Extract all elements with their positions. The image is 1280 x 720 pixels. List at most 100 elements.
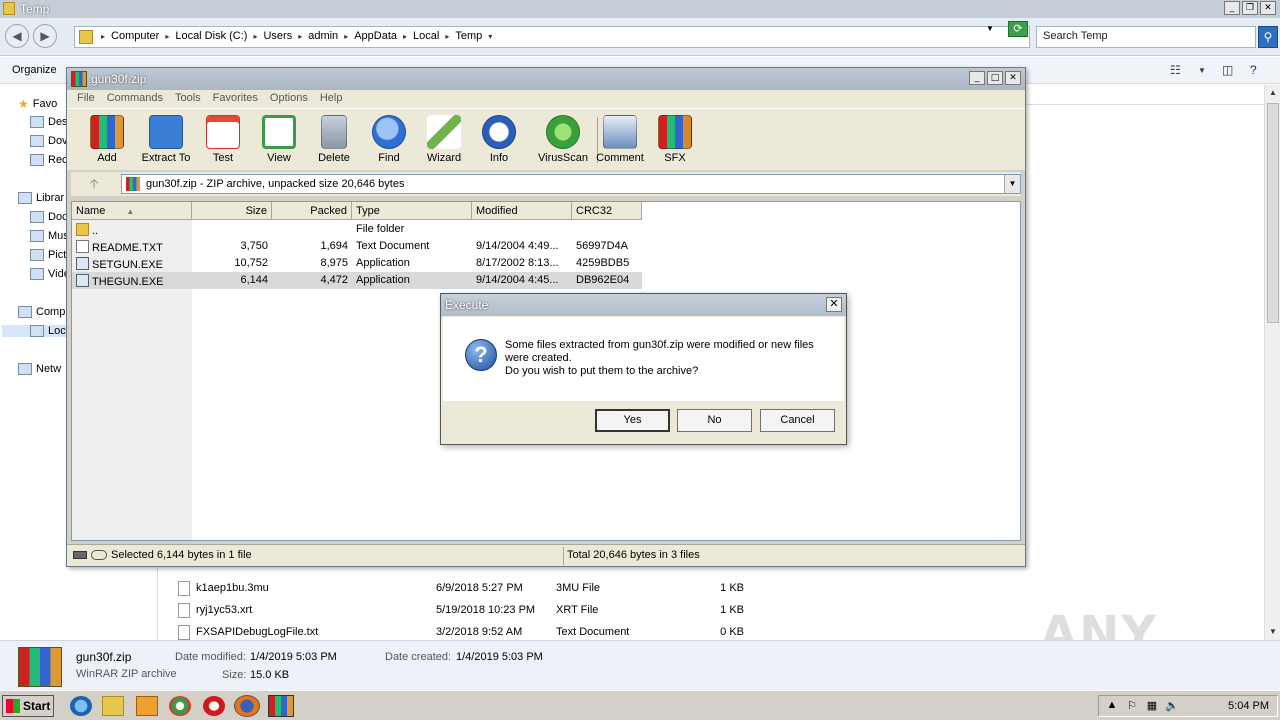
search-input[interactable]: Search Temp [1036, 26, 1256, 48]
organize-button[interactable]: Organize [12, 64, 57, 76]
virusscan-button[interactable]: VirusScan [535, 113, 591, 169]
forward-button[interactable]: ▶ [33, 24, 57, 48]
list-item[interactable]: FXSAPIDebugLogFile.txt 3/2/2018 9:52 AM … [178, 622, 744, 642]
path-field[interactable]: gun30f.zip - ZIP archive, unpacked size … [121, 174, 1021, 194]
breadcrumb-local[interactable]: Local [409, 30, 443, 42]
text-file-icon [76, 240, 89, 253]
extract-to-button[interactable]: Extract To [138, 113, 194, 169]
add-button[interactable]: Add [79, 113, 135, 169]
nav-libraries[interactable]: Librar [18, 192, 64, 204]
scroll-up-icon[interactable]: ▲ [1267, 87, 1279, 99]
status-divider [563, 547, 564, 565]
view-options-icon[interactable]: ☷ [1170, 63, 1181, 77]
wizard-icon [427, 115, 461, 149]
breadcrumb-admin[interactable]: admin [304, 30, 342, 42]
sfx-button[interactable]: SFX [647, 113, 703, 169]
list-item[interactable]: k1aep1bu.3mu 6/9/2018 5:27 PM 3MU File 1… [178, 578, 744, 598]
list-item[interactable]: ryj1yc53.xrt 5/19/2018 10:23 PM XRT File… [178, 600, 744, 620]
nav-videos[interactable]: Vide [30, 268, 70, 280]
preview-pane-icon[interactable]: ◫ [1222, 63, 1233, 77]
table-row[interactable]: .. File folder [72, 221, 642, 238]
back-button[interactable]: ◀ [5, 24, 29, 48]
close-button[interactable]: ✕ [1260, 1, 1276, 15]
breadcrumb-local-disk[interactable]: Local Disk (C:) [171, 30, 251, 42]
row-crc: 4259BDB5 [576, 257, 630, 269]
close-button[interactable]: ✕ [1005, 71, 1021, 85]
find-button[interactable]: Find [361, 113, 417, 169]
breadcrumb-computer[interactable]: Computer [107, 30, 163, 42]
breadcrumb-temp[interactable]: Temp [451, 30, 486, 42]
no-button[interactable]: No [677, 409, 752, 432]
table-row[interactable]: SETGUN.EXE 10,752 8,975 Application 8/17… [72, 255, 642, 272]
nav-computer[interactable]: Comp [18, 306, 65, 318]
view-dropdown-icon[interactable]: ▼ [1198, 66, 1206, 75]
minimize-button[interactable]: _ [1224, 1, 1240, 15]
column-type[interactable]: Type [352, 202, 472, 220]
column-crc32[interactable]: CRC32 [572, 202, 642, 220]
breadcrumb-users[interactable]: Users [259, 30, 296, 42]
help-icon[interactable]: ? [1250, 63, 1257, 77]
column-name[interactable]: Name ▲ [72, 202, 192, 220]
nav-pictures[interactable]: Pict [30, 249, 66, 261]
nav-music[interactable]: Mus [30, 230, 69, 242]
nav-documents[interactable]: Doc [30, 211, 68, 223]
cancel-button[interactable]: Cancel [760, 409, 835, 432]
delete-button[interactable]: Delete [306, 113, 362, 169]
restore-button[interactable]: ❐ [1242, 1, 1258, 15]
flag-icon[interactable]: ⚐ [1125, 699, 1139, 713]
menu-options[interactable]: Options [264, 90, 314, 108]
view-button[interactable]: View [251, 113, 307, 169]
application-icon [76, 274, 89, 287]
key-icon[interactable] [91, 550, 107, 560]
menu-file[interactable]: File [71, 90, 101, 108]
network-tray-icon[interactable]: ▦ [1145, 699, 1159, 713]
start-button[interactable]: Start [2, 695, 54, 717]
dialog-titlebar: Execute ✕ [441, 294, 846, 316]
menu-favorites[interactable]: Favorites [207, 90, 264, 108]
vertical-scrollbar[interactable]: ▲ ▼ [1264, 85, 1280, 640]
refresh-icon[interactable]: ⟳ [1008, 21, 1028, 37]
test-button[interactable]: Test [195, 113, 251, 169]
up-arrow-icon[interactable]: 🡡 [75, 174, 113, 194]
maximize-button[interactable]: □ [987, 71, 1003, 85]
internet-explorer-icon[interactable] [70, 696, 92, 716]
nav-downloads[interactable]: Dov [30, 135, 68, 147]
address-dropdown-icon[interactable]: ▼ [986, 24, 994, 33]
clock[interactable]: 5:04 PM [1228, 700, 1269, 712]
drive-icon[interactable] [73, 551, 87, 559]
column-size[interactable]: Size [192, 202, 272, 220]
opera-icon[interactable] [203, 696, 225, 716]
minimize-button[interactable]: _ [969, 71, 985, 85]
volume-icon[interactable]: 🔈 [1165, 699, 1179, 713]
tray-expand-icon[interactable]: ▲ [1105, 699, 1119, 713]
menu-help[interactable]: Help [314, 90, 349, 108]
dialog-close-button[interactable]: ✕ [826, 297, 842, 312]
table-row-selected[interactable]: THEGUN.EXE 6,144 4,472 Application 9/14/… [72, 272, 642, 289]
row-size: 6,144 [240, 274, 268, 286]
column-modified[interactable]: Modified [472, 202, 572, 220]
wizard-button[interactable]: Wizard [416, 113, 472, 169]
nav-favorites[interactable]: ★ Favo [18, 97, 57, 111]
file-icon [178, 602, 190, 618]
nav-network[interactable]: Netw [18, 363, 61, 375]
menu-commands[interactable]: Commands [101, 90, 169, 108]
winrar-taskbar-icon[interactable] [268, 695, 294, 717]
menu-tools[interactable]: Tools [169, 90, 207, 108]
firefox-icon[interactable] [234, 695, 260, 717]
info-button[interactable]: Info [471, 113, 527, 169]
table-row[interactable]: README.TXT 3,750 1,694 Text Document 9/1… [72, 238, 642, 255]
yes-button[interactable]: Yes [595, 409, 670, 432]
media-player-icon[interactable] [136, 696, 158, 716]
scroll-thumb[interactable] [1267, 103, 1279, 323]
breadcrumb-appdata[interactable]: AppData [350, 30, 401, 42]
file-name: ryj1yc53.xrt [196, 604, 253, 616]
column-packed[interactable]: Packed [272, 202, 352, 220]
comment-button[interactable]: Comment [592, 113, 648, 169]
search-icon[interactable]: ⚲ [1258, 26, 1278, 48]
nav-desktop[interactable]: Des [30, 116, 68, 128]
address-field[interactable]: ▸ Computer ▸ Local Disk (C:) ▸ Users ▸ a… [74, 26, 1030, 48]
nav-recent[interactable]: Rec [30, 154, 68, 166]
explorer-folder-icon[interactable] [102, 696, 124, 716]
path-dropdown-icon[interactable]: ▼ [1004, 175, 1020, 193]
chrome-icon[interactable] [169, 696, 191, 716]
